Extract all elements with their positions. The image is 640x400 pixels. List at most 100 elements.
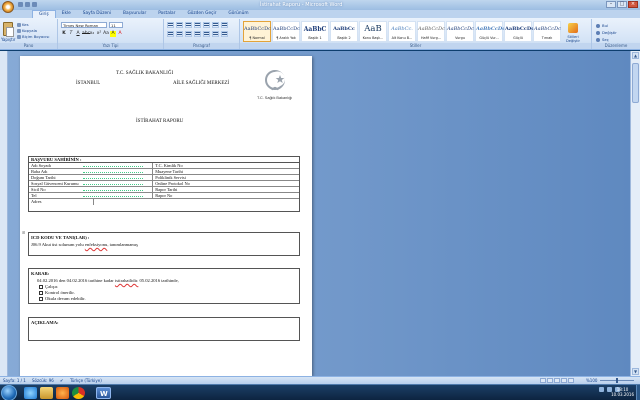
table-cell[interactable] (94, 199, 299, 205)
vertical-ruler[interactable] (0, 51, 8, 376)
option-school[interactable]: Okula devam edebilir. (39, 296, 86, 301)
spelling-icon[interactable]: ✔ (60, 378, 63, 383)
line-spacing-icon[interactable] (203, 31, 210, 37)
paste-button[interactable]: Yapıştır (1, 37, 15, 42)
copy-button[interactable]: Kopyala (17, 28, 37, 33)
style-no-spacing[interactable]: AaBbCcDc ¶ Aralık Yok (272, 21, 300, 42)
subscript-button[interactable]: x₂ (89, 31, 95, 37)
change-styles-button[interactable]: Stilleri Değiştir (560, 23, 586, 43)
start-button[interactable] (1, 385, 17, 400)
borders-icon[interactable] (221, 31, 228, 37)
underline-button[interactable]: A (75, 31, 81, 37)
decision-section[interactable]: KARAR: 04.02.2016 den 04.02.2016 tarihin… (28, 268, 300, 304)
paste-icon[interactable] (3, 22, 14, 37)
minimize-button[interactable]: – (606, 1, 616, 8)
table-cell[interactable]: T.C. Kimlik No (153, 163, 299, 168)
table-cell[interactable]: Tel (29, 193, 154, 198)
table-cell[interactable]: Rapor No (153, 193, 299, 198)
find-button[interactable]: Bul (596, 22, 617, 29)
notes-section[interactable]: AÇIKLAMA: (28, 317, 300, 341)
italic-button[interactable]: T (68, 31, 74, 37)
file-explorer-icon[interactable] (40, 387, 53, 399)
full-screen-icon[interactable] (547, 378, 553, 383)
font-size-select[interactable]: 11 (109, 22, 123, 28)
outline-icon[interactable] (561, 378, 567, 383)
scroll-down-icon[interactable]: ▼ (632, 368, 639, 375)
checkbox[interactable] (39, 284, 43, 289)
table-cell[interactable]: Online Protokol No (153, 181, 299, 186)
word-count[interactable]: Sözcük: 96 (32, 378, 54, 383)
style-subtitle[interactable]: AaBbCc. Alt Konu B... (388, 21, 416, 42)
show-desktop-button[interactable] (636, 385, 640, 400)
tab-references[interactable]: Başvurular (117, 10, 152, 18)
table-cell[interactable]: Sosyal Güvenceni Kurumu (29, 181, 154, 186)
tab-page-layout[interactable]: Sayfa Düzeni (77, 10, 117, 18)
table-cell[interactable]: Adres (29, 199, 94, 205)
table-cell[interactable]: Poliklinik Servisi (153, 175, 299, 180)
zoom-slider[interactable] (600, 378, 634, 383)
shading-icon[interactable] (212, 31, 219, 37)
justify-icon[interactable] (194, 31, 201, 37)
media-player-icon[interactable] (56, 387, 69, 399)
option-works[interactable]: Çalışır. (39, 284, 58, 289)
web-layout-icon[interactable] (554, 378, 560, 383)
style-normal[interactable]: AaBbCcDc ¶ Normal (243, 21, 271, 42)
style-strong[interactable]: AaBbCcDc Güçlü (504, 21, 534, 42)
scroll-thumb[interactable] (632, 63, 639, 103)
bold-button[interactable]: K (61, 31, 67, 37)
zoom-level[interactable]: %100 (586, 378, 597, 383)
table-cell[interactable]: Adı Soyadı (29, 163, 154, 168)
page-count[interactable]: Sayfa: 1 / 1 (3, 378, 26, 383)
style-title[interactable]: AaB Konu Başlı... (359, 21, 387, 42)
tab-home[interactable]: Giriş (32, 10, 56, 18)
tab-insert[interactable]: Ekle (56, 10, 77, 18)
style-emphasis[interactable]: AaBbCcDc Vurgu (446, 21, 474, 42)
scroll-up-icon[interactable]: ▲ (632, 52, 639, 59)
checkbox[interactable] (39, 290, 43, 295)
clock[interactable]: 18:10 10.03.2016 (611, 387, 634, 397)
close-button[interactable]: × (628, 1, 638, 8)
cut-button[interactable]: Kes (17, 22, 29, 27)
flag-icon[interactable] (599, 387, 604, 392)
align-center-icon[interactable] (176, 31, 183, 37)
print-layout-icon[interactable] (540, 378, 546, 383)
tab-view[interactable]: Görünüm (222, 10, 254, 18)
table-anchor-icon[interactable]: ⊞ (22, 230, 25, 235)
table-cell[interactable]: Muayene Tarihi (153, 169, 299, 174)
redo-icon[interactable] (32, 2, 37, 7)
align-right-icon[interactable] (185, 31, 192, 37)
superscript-button[interactable]: x² (96, 31, 102, 37)
style-heading-1[interactable]: AaBbC Başlık 1 (301, 21, 329, 42)
draft-icon[interactable] (568, 378, 574, 383)
select-button[interactable]: Seç (596, 36, 617, 43)
format-painter-button[interactable]: Biçim Boyacısı (17, 34, 49, 39)
replace-button[interactable]: Değiştir (596, 29, 617, 36)
sort-icon[interactable] (212, 22, 219, 28)
numbering-icon[interactable] (176, 22, 183, 28)
strikethrough-button[interactable]: abc (82, 31, 90, 37)
icd-misspelled-word[interactable]: enfeksiyonu (85, 242, 107, 247)
undo-icon[interactable] (25, 2, 30, 7)
font-color-button[interactable]: A (117, 31, 123, 37)
chrome-icon[interactable] (72, 387, 85, 399)
style-heading-2[interactable]: AaBbCc Başlık 2 (330, 21, 358, 42)
option-control[interactable]: Kontrol önerilir. (39, 290, 75, 295)
table-cell[interactable]: Sicil No (29, 187, 154, 192)
align-left-icon[interactable] (167, 31, 174, 37)
document-page[interactable]: T.C. SAĞLIK BAKANLIĞI İSTANBUL AİLE SAĞL… (20, 56, 312, 376)
internet-explorer-icon[interactable] (24, 387, 37, 399)
tab-mailings[interactable]: Postalar (152, 10, 181, 18)
word-taskbar-icon[interactable] (96, 387, 111, 399)
tab-review[interactable]: Gözden Geçir (181, 10, 222, 18)
vertical-scrollbar[interactable]: ▲ ▼ (630, 51, 640, 376)
bullets-icon[interactable] (167, 22, 174, 28)
decision-misspelled-word[interactable]: istirahatlidir. (115, 278, 138, 283)
style-intense-emphasis[interactable]: AaBbCcDc Güçlü Vur... (475, 21, 505, 42)
font-family-select[interactable]: Times New Roman (61, 22, 107, 28)
table-cell[interactable]: Doğum Tarihi (29, 175, 154, 180)
style-subtle-emphasis[interactable]: AaBbCcDc Hafif Vurg... (417, 21, 445, 42)
decrease-indent-icon[interactable] (194, 22, 201, 28)
table-cell[interactable]: Baba Adı (29, 169, 154, 174)
icd-section[interactable]: ICD KODU VE TANI(LAR) : J06.9 Akut üst s… (28, 232, 300, 256)
maximize-button[interactable]: □ (617, 1, 627, 8)
